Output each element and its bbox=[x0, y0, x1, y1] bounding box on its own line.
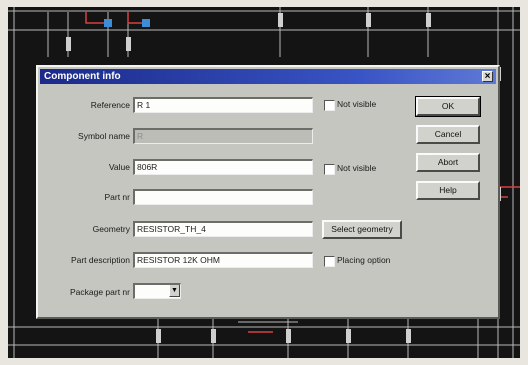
value-not-visible-checkbox[interactable] bbox=[324, 164, 335, 175]
part-nr-label: Part nr bbox=[104, 192, 130, 202]
dialog-title: Component info bbox=[44, 71, 121, 82]
geometry-label: Geometry bbox=[92, 224, 130, 234]
cancel-button[interactable]: Cancel bbox=[416, 125, 480, 144]
photo-frame: Component info × Reference R 1 Not visib… bbox=[8, 7, 520, 358]
value-not-visible-label: Not visible bbox=[337, 163, 377, 173]
ok-button[interactable]: OK bbox=[415, 96, 481, 117]
part-nr-input[interactable] bbox=[133, 189, 313, 205]
reference-not-visible-checkbox[interactable] bbox=[324, 100, 335, 111]
select-geometry-button[interactable]: Select geometry bbox=[322, 220, 402, 239]
component-info-dialog: Component info × Reference R 1 Not visib… bbox=[36, 65, 500, 319]
package-part-nr-select[interactable]: ▼ bbox=[133, 283, 181, 299]
placing-option-label: Placing option bbox=[337, 255, 391, 265]
package-part-nr-label: Package part nr bbox=[69, 287, 130, 297]
help-button[interactable]: Help bbox=[416, 181, 480, 200]
geometry-input[interactable]: RESISTOR_TH_4 bbox=[133, 221, 313, 237]
reference-input[interactable]: R 1 bbox=[133, 97, 313, 113]
symbol-name-input: R bbox=[133, 128, 313, 144]
chevron-down-icon[interactable]: ▼ bbox=[169, 285, 180, 297]
dialog-titlebar: Component info × bbox=[40, 69, 496, 84]
abort-button[interactable]: Abort bbox=[416, 153, 480, 172]
value-input[interactable]: 806R bbox=[133, 159, 313, 175]
part-description-label: Part description bbox=[70, 255, 130, 265]
part-description-input[interactable]: RESISTOR 12K OHM bbox=[133, 252, 313, 268]
value-label: Value bbox=[108, 162, 130, 172]
symbol-name-label: Symbol name bbox=[78, 131, 130, 141]
reference-not-visible-label: Not visible bbox=[337, 99, 377, 109]
reference-label: Reference bbox=[90, 100, 130, 110]
placing-option-checkbox[interactable] bbox=[324, 256, 335, 267]
close-icon[interactable]: × bbox=[482, 71, 493, 82]
